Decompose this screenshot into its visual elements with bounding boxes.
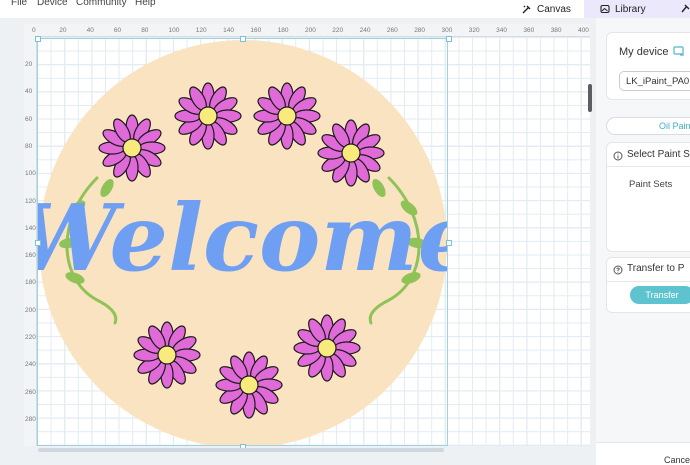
ruler-tick-label: 200	[305, 27, 316, 34]
help-icon	[613, 265, 623, 275]
ruler-tick-label: 400	[578, 27, 589, 34]
ruler-tick-label: 140	[223, 27, 234, 34]
paint-type-label: Oil Pain	[659, 121, 690, 131]
ruler-tick-label: 100	[168, 27, 180, 34]
ruler-tick-label: 260	[25, 388, 36, 396]
paint-type-toggle[interactable]: Oil Pain	[606, 117, 690, 135]
view-tabs: Canvas Library	[510, 0, 690, 18]
ruler-tick-label: 80	[141, 27, 149, 34]
menu-community[interactable]: Community	[76, 0, 127, 8]
ruler-tick-label: 120	[25, 197, 36, 205]
paint-sets-label: Paint Sets	[629, 179, 673, 190]
ruler-tick-label: 160	[250, 27, 262, 34]
device-panel: My device LK_iPaint_PA01_ Oil Pain Selec…	[596, 18, 690, 465]
ruler-tick-label: 60	[113, 27, 122, 34]
tab-canvas-label: Canvas	[537, 3, 571, 15]
divider	[607, 281, 690, 282]
ruler-tick-label: 240	[25, 361, 36, 369]
resize-handle[interactable]	[446, 240, 452, 246]
tab-library[interactable]: Library	[600, 0, 646, 18]
ruler-tick-label: 260	[386, 27, 398, 34]
ruler-tick-label: 280	[25, 415, 36, 423]
ruler-tick-label: 40	[86, 27, 94, 34]
tab-library-label: Library	[615, 3, 646, 15]
ruler-tick-label: 340	[496, 27, 507, 34]
device-link-icon[interactable]	[673, 46, 685, 57]
transfer-button[interactable]: Transfer	[630, 286, 690, 304]
mode-icon[interactable]	[680, 4, 690, 14]
tab-canvas[interactable]: Canvas	[510, 0, 584, 18]
resize-handle[interactable]	[240, 36, 246, 42]
panel-footer: Cancel	[596, 442, 690, 465]
ruler-tick-label: 0	[32, 27, 36, 34]
ruler-tick-label: 220	[25, 334, 36, 341]
ruler-tick-label: 80	[25, 142, 33, 150]
ruler-tick-label: 40	[25, 88, 33, 96]
paint-set-card: Select Paint S Paint Sets	[606, 142, 690, 252]
divider	[607, 166, 690, 167]
menu-file[interactable]: File	[11, 0, 27, 8]
resize-handle[interactable]	[35, 240, 41, 246]
my-device-card: My device LK_iPaint_PA01_	[606, 32, 690, 100]
ruler-tick-label: 320	[468, 27, 480, 34]
canvas-icon	[522, 5, 531, 14]
info-icon	[613, 151, 623, 161]
ruler-tick-label: 160	[25, 252, 36, 260]
ruler-tick-label: 220	[332, 27, 344, 34]
ruler-tick-label: 180	[25, 279, 36, 287]
ruler-tick-label: 240	[359, 27, 371, 34]
transfer-heading: Transfer to P	[627, 263, 685, 274]
ruler-tick-label: 380	[550, 27, 562, 34]
ruler-tick-label: 100	[25, 170, 36, 178]
ruler-tick-label: 200	[25, 306, 36, 314]
ruler-tick-label: 120	[195, 27, 207, 34]
device-name: LK_iPaint_PA01_	[626, 76, 690, 87]
transfer-card: Transfer to P Transfer	[606, 257, 690, 313]
my-device-label: My device	[619, 46, 669, 58]
menu-help[interactable]: Help	[135, 0, 156, 8]
device-select[interactable]: LK_iPaint_PA01_	[619, 71, 690, 91]
library-icon	[600, 4, 610, 14]
ruler-tick-label: 300	[441, 27, 453, 34]
ruler-tick-label: 60	[25, 115, 33, 123]
resize-handle[interactable]	[446, 36, 452, 42]
ruler-tick-label: 20	[59, 27, 67, 34]
vertical-scrollbar[interactable]	[588, 84, 592, 112]
ruler-tick-label: 360	[523, 27, 535, 34]
selection-box[interactable]	[37, 38, 448, 446]
resize-handle[interactable]	[35, 36, 41, 42]
ruler-tick-label: 140	[25, 224, 36, 232]
select-paint-set-heading: Select Paint S	[627, 149, 690, 160]
ruler-tick-label: 280	[414, 27, 426, 34]
menu-device[interactable]: Device	[37, 0, 68, 8]
ruler-tick-label: 20	[25, 61, 33, 68]
ruler-tick-label: 180	[277, 27, 289, 34]
horizontal-scrollbar[interactable]	[38, 448, 444, 452]
menu-bar: File Device Community Help Canvas Librar…	[0, 0, 690, 18]
